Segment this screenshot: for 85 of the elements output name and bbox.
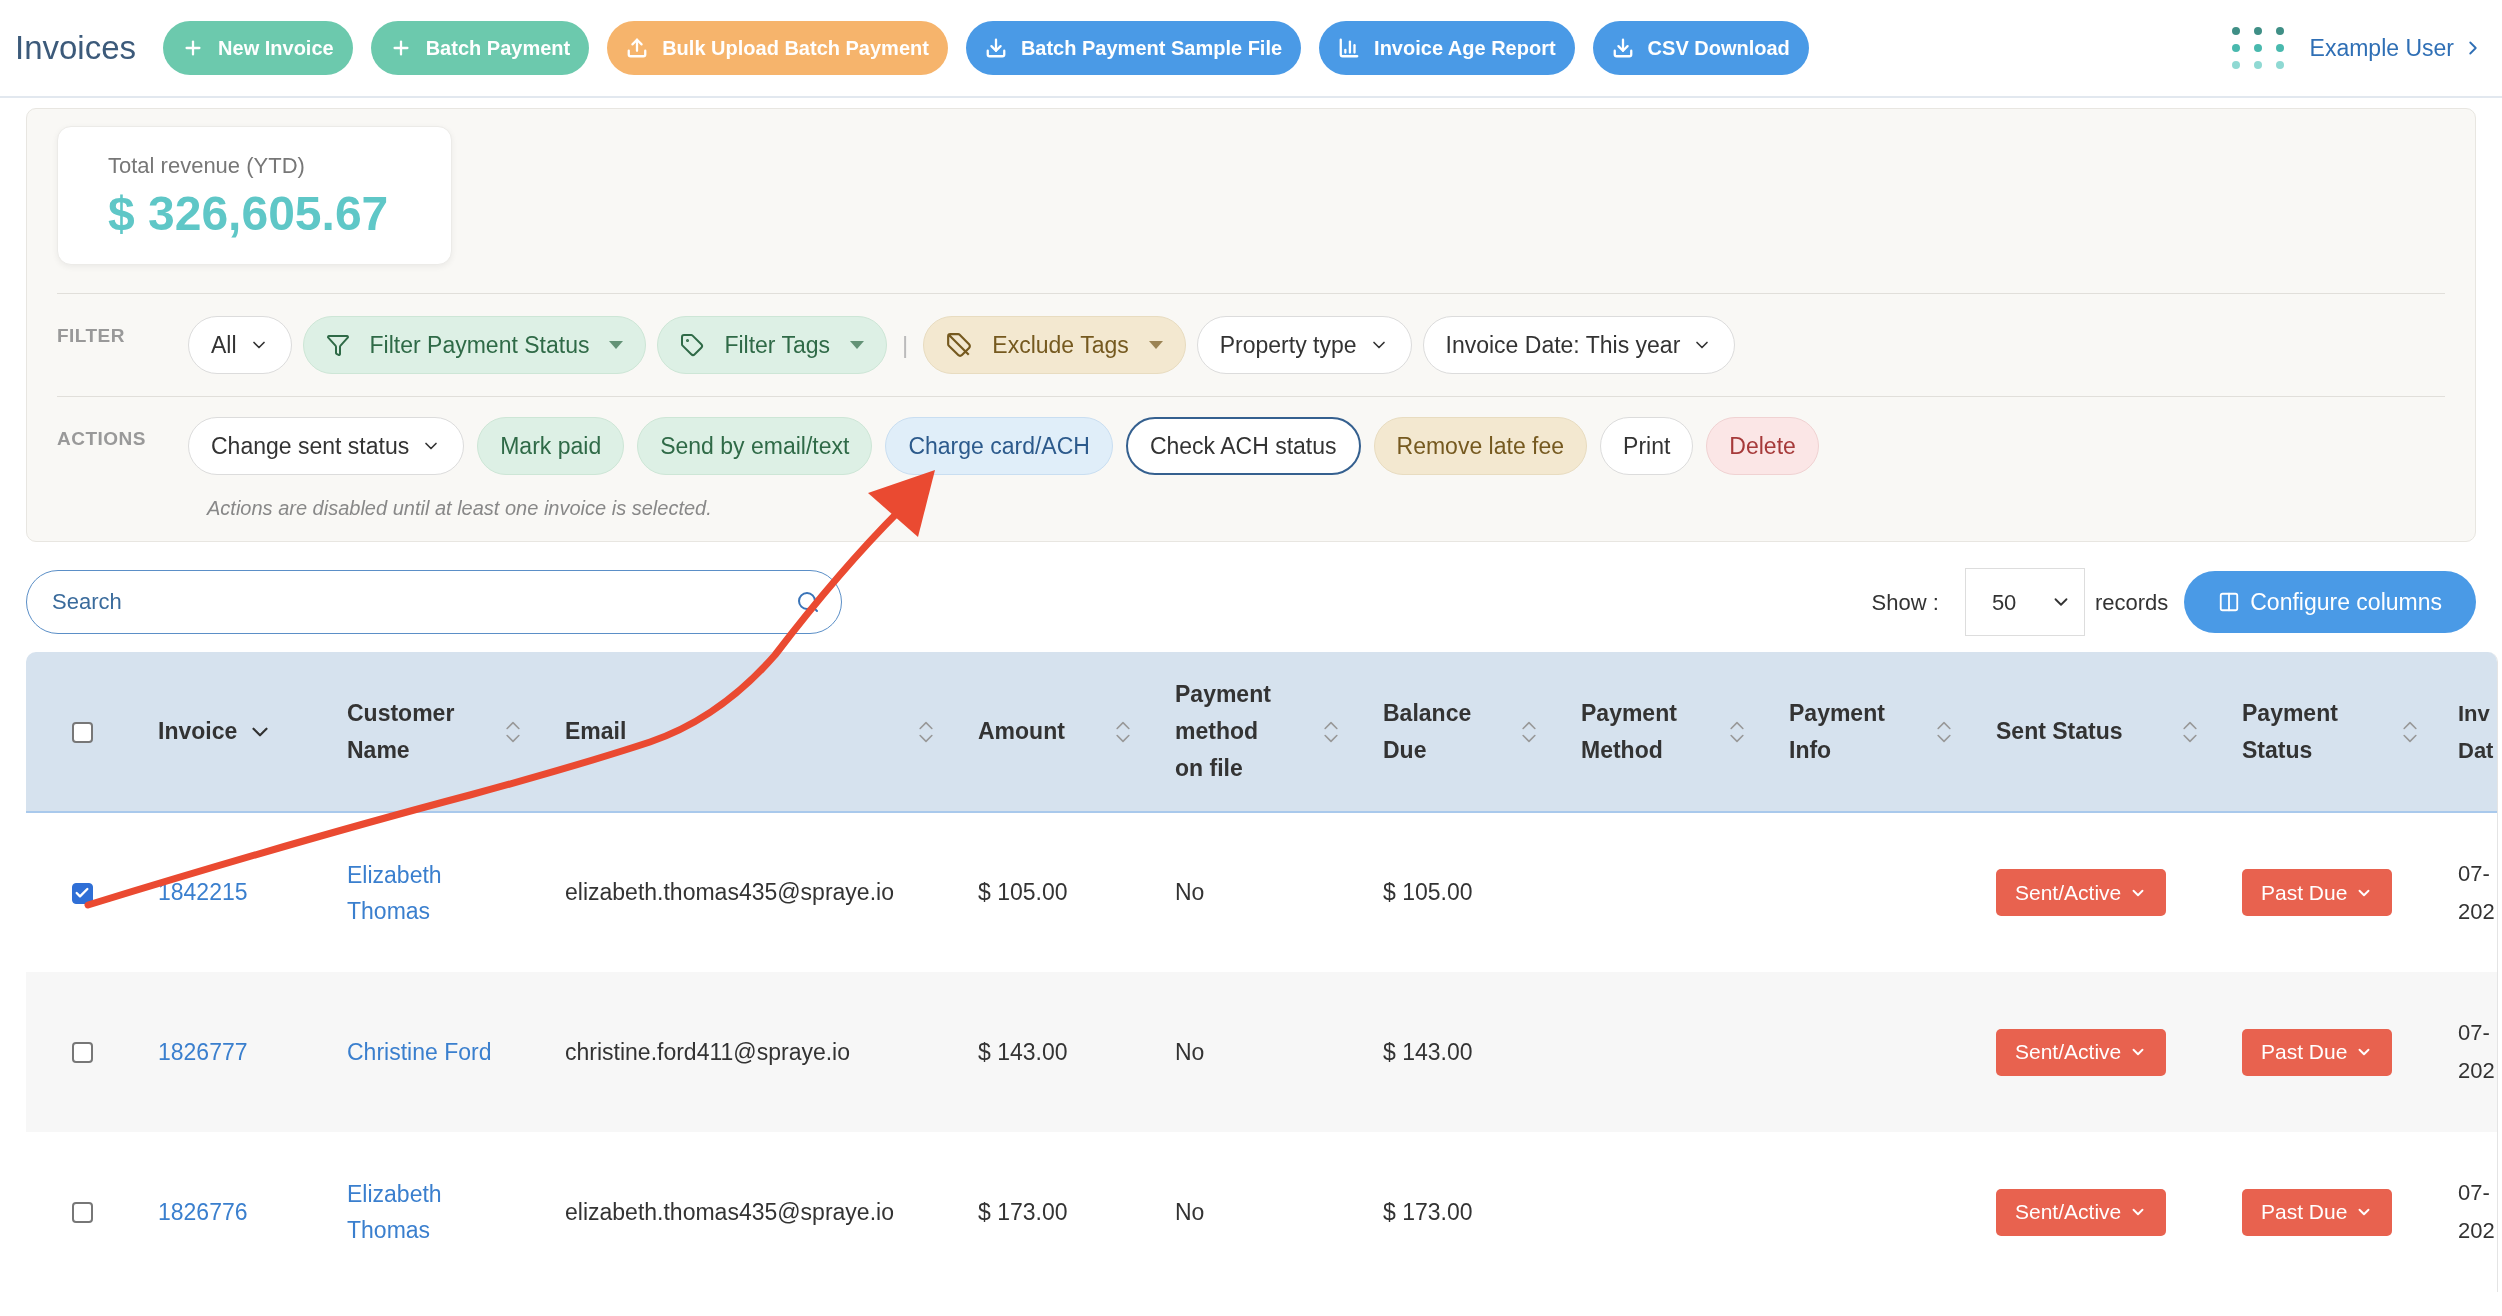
customer-link[interactable]: Elizabeth Thomas xyxy=(347,1176,507,1248)
customer-link[interactable]: Elizabeth Thomas xyxy=(347,856,507,929)
toolbar-button[interactable]: CSV Download xyxy=(1592,21,1809,75)
invoice-link[interactable]: 1826776 xyxy=(158,1198,248,1225)
dropdown-button[interactable]: Invoice Date: This year xyxy=(1422,316,1736,374)
show-label: Show : xyxy=(1871,588,1939,617)
funnel-icon xyxy=(325,333,350,357)
select-all-checkbox[interactable] xyxy=(71,721,93,743)
columns-icon xyxy=(2218,591,2241,613)
download-icon xyxy=(984,37,1007,59)
email-text: elizabeth.thomas435@spraye.io xyxy=(565,879,894,906)
row-checkbox[interactable] xyxy=(71,882,93,904)
column-header: Payment Method xyxy=(1581,698,1677,765)
page-title: Invoices xyxy=(15,28,137,69)
sent-status-dropdown[interactable]: Sent/Active xyxy=(1996,869,2167,916)
filter-button[interactable]: Filter Payment Status xyxy=(302,316,647,374)
user-link[interactable]: Example User xyxy=(2309,30,2484,66)
app-grid-icon[interactable] xyxy=(2229,26,2286,70)
payment-status-dropdown[interactable]: Past Due xyxy=(2242,1028,2393,1076)
caret-icon xyxy=(609,341,624,349)
action-button[interactable]: Send by email/text xyxy=(637,417,873,475)
dropdown-button[interactable]: Property type xyxy=(1196,316,1412,374)
invoice-link[interactable]: 1842215 xyxy=(158,879,248,906)
filter-button[interactable]: Filter Tags xyxy=(657,316,888,374)
toolbar-button[interactable]: Invoice Age Report xyxy=(1319,21,1575,75)
search-field[interactable]: Search xyxy=(26,570,842,634)
amount-text: $ 173.00 xyxy=(978,1198,1068,1225)
column-header: Sent Status xyxy=(1996,717,2123,746)
tag-icon xyxy=(680,333,705,357)
balance-text: $ 143.00 xyxy=(1383,1038,1473,1065)
column-header: Email xyxy=(565,717,627,746)
column-header: Customer Name xyxy=(347,698,455,765)
toolbar-button[interactable]: Batch Payment Sample File xyxy=(965,21,1302,75)
action-button[interactable]: Remove late fee xyxy=(1373,417,1588,475)
sent-status-dropdown[interactable]: Sent/Active xyxy=(1996,1028,2167,1076)
column-header: Amount xyxy=(978,717,1065,746)
payment-status-dropdown[interactable]: Past Due xyxy=(2242,1188,2393,1236)
download-icon xyxy=(1611,37,1634,59)
column-header: Balance Due xyxy=(1383,698,1472,765)
action-button[interactable]: Print xyxy=(1600,417,1694,475)
separator: | xyxy=(901,330,910,360)
actions-note: Actions are disabled until at least one invoice is selected. xyxy=(207,496,713,521)
date-text: 07- 202 xyxy=(2458,1019,2496,1085)
payment-status-dropdown[interactable]: Past Due xyxy=(2242,869,2393,916)
search-icon[interactable] xyxy=(796,590,820,614)
column-header: Payment Info xyxy=(1789,698,1885,765)
tag-off-icon xyxy=(946,332,973,358)
dropdown-button[interactable]: All xyxy=(188,316,292,374)
caret-icon xyxy=(1148,341,1163,349)
method-on-file-text: No xyxy=(1175,879,1205,906)
action-button[interactable]: Mark paid xyxy=(477,417,625,475)
row-checkbox[interactable] xyxy=(71,1202,93,1224)
filter-label: FILTER xyxy=(57,324,126,348)
column-header: Payment method on file xyxy=(1175,680,1271,783)
actions-label: ACTIONS xyxy=(57,427,147,451)
revenue-label: Total revenue (YTD) xyxy=(108,152,306,180)
revenue-amount: $ 326,605.67 xyxy=(108,186,390,242)
row-checkbox[interactable] xyxy=(71,1042,93,1064)
records-label: records xyxy=(2094,588,2169,617)
email-text: christine.ford411@spraye.io xyxy=(565,1038,850,1065)
date-text: 07- 202 xyxy=(2458,859,2496,926)
column-header: Invoice xyxy=(158,717,238,746)
column-header: Payment Status xyxy=(2242,698,2338,765)
email-text: elizabeth.thomas435@spraye.io xyxy=(565,1198,894,1225)
method-on-file-text: No xyxy=(1175,1038,1205,1065)
column-header: Inv Dat xyxy=(2458,699,2494,765)
records-select[interactable]: 50 xyxy=(1964,568,2085,636)
action-button[interactable]: Charge card/ACH xyxy=(885,417,1113,475)
action-button[interactable]: Delete xyxy=(1706,417,1819,475)
amount-text: $ 143.00 xyxy=(978,1038,1068,1065)
dropdown-button[interactable]: Change sent status xyxy=(188,417,465,475)
bar-chart-icon xyxy=(1338,37,1361,59)
configure-columns-button[interactable]: Configure columns xyxy=(2184,571,2476,633)
balance-text: $ 173.00 xyxy=(1383,1198,1473,1225)
method-on-file-text: No xyxy=(1175,1198,1205,1225)
date-text: 07- 202 xyxy=(2458,1179,2496,1245)
action-button[interactable]: Check ACH status xyxy=(1125,417,1361,475)
filter-button[interactable]: Exclude Tags xyxy=(923,316,1186,374)
balance-text: $ 105.00 xyxy=(1383,879,1473,906)
caret-icon xyxy=(850,341,865,349)
invoice-link[interactable]: 1826777 xyxy=(158,1038,248,1065)
upload-icon xyxy=(626,37,649,59)
customer-link[interactable]: Christine Ford xyxy=(347,1034,507,1070)
sent-status-dropdown[interactable]: Sent/Active xyxy=(1996,1188,2167,1236)
amount-text: $ 105.00 xyxy=(978,879,1068,906)
